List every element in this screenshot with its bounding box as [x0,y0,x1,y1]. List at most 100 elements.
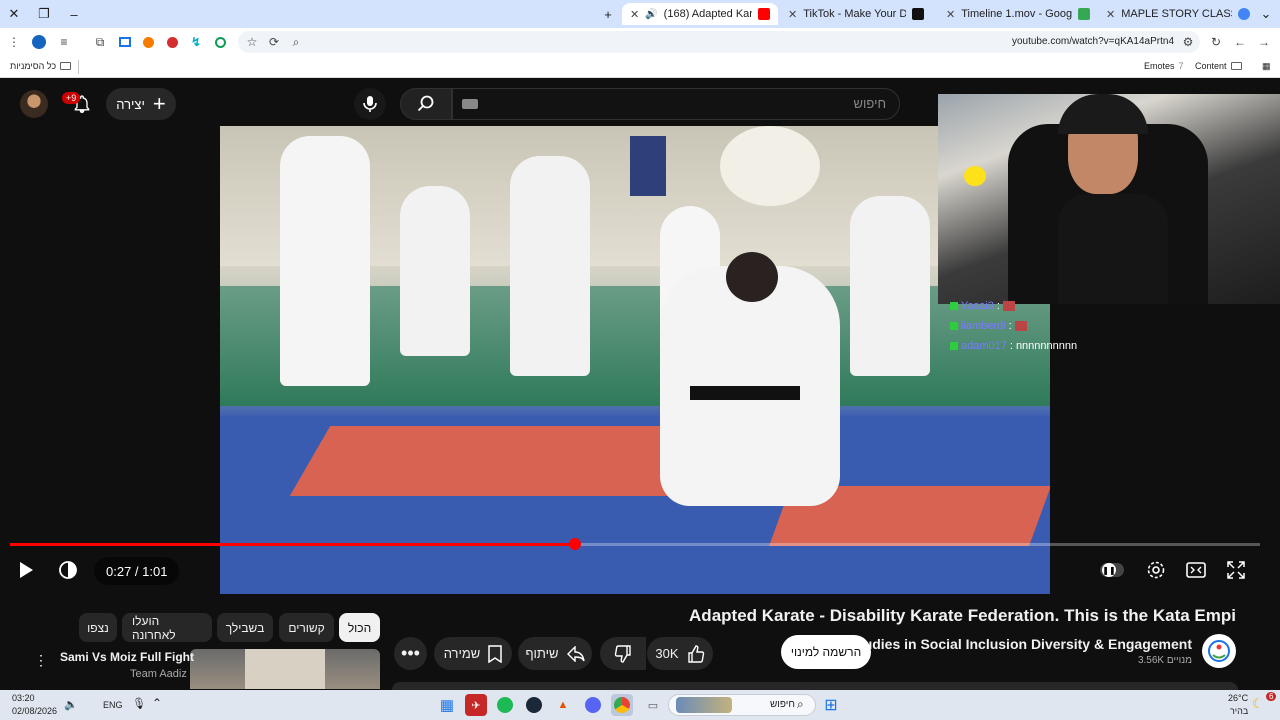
extension-cast-icon[interactable] [117,34,133,50]
plus-icon: + [152,91,166,116]
chip-watched[interactable]: נצפו [79,613,117,642]
tiktok-favicon-icon [912,8,924,20]
close-tab-icon[interactable]: ✕ [1106,8,1115,21]
minimize-window-icon[interactable]: – [64,4,84,24]
weather-moon-icon: ☾ [1252,696,1264,711]
reload-icon[interactable]: ↻ [1208,34,1224,50]
browser-tab-maplestory[interactable]: ✕ MAPLE STORY CLASSIC - ב שוי [1098,3,1258,25]
url-text[interactable]: youtube.com/watch?v=qKA14aPrtn4 [1012,36,1174,47]
new-tab-icon[interactable]: + [598,4,618,24]
recommendation-title[interactable]: Sami Vs Moiz Full Fight [60,650,194,664]
chip-all[interactable]: הכול [339,613,380,642]
close-window-icon[interactable]: ✕ [4,4,24,24]
avatar[interactable] [20,90,48,118]
chip-recently-uploaded[interactable]: הועלו לאחרונה [122,613,212,642]
bookmark-emotes[interactable]: Emotes 7 [1144,61,1184,71]
file-explorer-icon[interactable]: ▭ [642,694,664,716]
back-icon[interactable]: → [1256,34,1272,50]
extension-red-icon[interactable] [164,34,180,50]
dislike-button[interactable] [600,637,646,670]
extension-teal-icon[interactable]: ↯ [188,34,204,50]
reading-list-icon[interactable]: ≡ [56,34,72,50]
browser-tab-youtube[interactable]: ✕ 🔊 (168) Adapted Karate - Disa [622,3,778,25]
chip-related[interactable]: קשורים [279,613,334,642]
steam-icon[interactable] [523,694,545,716]
thumbs-down-icon [614,644,631,663]
start-widgets-icon[interactable]: ▦ [436,694,458,716]
microphone-icon[interactable]: 🎙 [132,697,146,710]
share-button[interactable]: שיתוף [518,637,592,670]
theater-mode-icon[interactable] [1184,558,1208,582]
spotify-icon[interactable] [494,694,516,716]
speaker-icon[interactable]: 🔈 [64,698,78,711]
speaker-icon: 🔊 [645,8,658,20]
zoom-icon[interactable]: ⌕ [288,34,304,50]
recommendation-thumbnail[interactable] [190,649,380,689]
subscriber-count: 3.56K מנויים [1137,655,1192,666]
settings-gear-icon[interactable] [1144,558,1168,582]
bookmark-favicon-icon: 7 [1178,61,1184,71]
forward-icon[interactable]: ← [1232,34,1248,50]
video-person [510,156,590,376]
drive-favicon-icon [1078,8,1090,20]
search-input[interactable] [452,88,900,120]
menu-dots-icon[interactable]: ⋮ [6,34,22,50]
video-frame[interactable] [220,126,1050,594]
voice-search-icon[interactable] [354,88,386,120]
input-language[interactable]: ENG [103,700,123,710]
bookmark-icon [488,644,503,663]
install-app-icon[interactable]: ⟳ [266,34,282,50]
profile-icon[interactable] [31,34,47,50]
chrome-icon[interactable] [611,694,633,716]
like-button[interactable]: 30K [647,637,713,670]
clock-date[interactable]: 02/08/2026 [12,706,57,716]
weather-desc[interactable]: בהיר [1230,706,1248,716]
chip-for-you[interactable]: בשבילך [217,613,273,642]
taskbar-app-orange-icon[interactable]: ▲ [552,694,574,716]
close-tab-icon[interactable]: ✕ [788,8,797,21]
site-settings-icon[interactable]: ⚙ [1180,34,1196,50]
close-tab-icon[interactable]: ✕ [946,8,955,21]
taskbar-app-red-icon[interactable]: ✈ [465,694,487,716]
extensions-icon[interactable]: ⧉ [92,34,108,50]
channel-name[interactable]: Studies in Social Inclusion Diversity & … [850,636,1192,652]
tab-title: (168) Adapted Karate - Disa [663,8,752,20]
recommendation-channel[interactable]: Team Aadiz [130,668,187,680]
chat-separator: : [1008,320,1012,332]
subscribe-button[interactable]: הרשמה למינוי [781,635,871,669]
tab-search-icon[interactable]: ⌄ [1256,4,1276,24]
extension-orange-icon[interactable] [140,34,156,50]
extension-green-icon[interactable] [212,34,228,50]
search-placeholder: חיפוש [853,96,886,111]
bookmark-content[interactable]: Content [1195,61,1242,71]
recommendation-menu-icon[interactable]: ⋮ [34,652,48,670]
keyboard-icon[interactable] [462,99,478,109]
autoplay-toggle[interactable]: ❚❚ [1100,558,1124,582]
weather-temp[interactable]: 26°C [1228,693,1248,703]
browser-tab-drive[interactable]: ✕ Timeline 1.mov - Google Drive [938,3,1098,25]
volume-button[interactable] [56,558,80,582]
more-actions-icon[interactable]: ••• [394,637,427,670]
browser-tab-tiktok[interactable]: ✕ TikTok - Make Your Day [780,3,932,25]
channel-avatar[interactable] [1202,634,1236,668]
restore-window-icon[interactable]: ❐ [34,4,54,24]
divider [78,60,79,74]
apps-grid-icon[interactable]: ▦ [1262,61,1271,72]
play-button[interactable] [14,558,38,582]
description-box[interactable] [392,682,1238,690]
create-button[interactable]: יצירה + [106,88,176,120]
tray-chevron-icon[interactable]: ⌃ [152,696,162,710]
search-button[interactable] [400,88,452,120]
bookmark-star-icon[interactable]: ☆ [244,34,260,50]
all-bookmarks-button[interactable]: כל הסימניות [10,61,72,71]
discord-icon[interactable] [582,694,604,716]
like-count: 30K [655,646,679,661]
fullscreen-icon[interactable] [1224,558,1248,582]
close-tab-icon[interactable]: ✕ [630,8,639,21]
save-button[interactable]: שמירה [434,637,512,670]
windows-start-icon[interactable]: ⊞ [820,694,842,716]
create-label: יצירה [116,96,145,112]
taskbar-search-placeholder: חיפוש [770,699,795,710]
clock-time[interactable]: 03:20 [12,693,35,703]
chat-username: iiamberdi [961,320,1006,332]
